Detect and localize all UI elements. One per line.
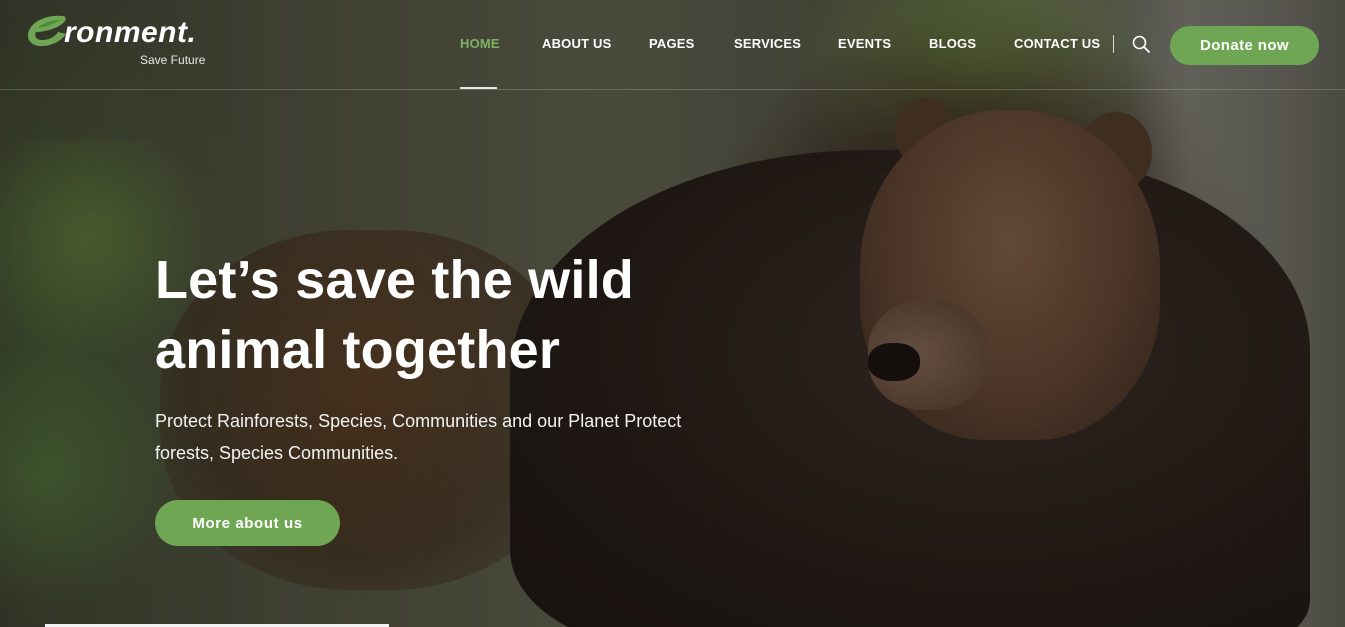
more-about-us-button[interactable]: More about us [155, 500, 340, 546]
hero-subtitle: Protect Rainforests, Species, Communitie… [155, 405, 715, 469]
nav-divider [1113, 35, 1114, 53]
nav-events[interactable]: EVENTS [838, 36, 891, 51]
nav-pages[interactable]: PAGES [649, 36, 695, 51]
hero-content: Let’s save the wild animal together Prot… [155, 245, 775, 546]
bear-nose-image [868, 343, 920, 381]
bear-ear-image [1080, 112, 1152, 192]
bear-head-image [860, 110, 1160, 440]
hero-subtitle-line-2: forests, Species Communities. [155, 443, 399, 463]
search-icon[interactable] [1131, 34, 1151, 54]
tree-trunk-background [1125, 0, 1345, 627]
bear-snout-image [868, 300, 988, 410]
nav-services[interactable]: SERVICES [734, 36, 801, 51]
bear-ear-image [895, 98, 955, 168]
nav-about-us[interactable]: ABOUT US [542, 36, 612, 51]
site-header: ronment. Save Future HOME ABOUT US PAGES… [0, 0, 1345, 90]
nav-blogs[interactable]: BLOGS [929, 36, 976, 51]
nav-home[interactable]: HOME [460, 36, 500, 51]
donate-button[interactable]: Donate now [1170, 26, 1319, 65]
hero-section: ronment. Save Future HOME ABOUT US PAGES… [0, 0, 1345, 627]
nav-active-indicator [460, 87, 497, 89]
hero-subtitle-line-1: Protect Rainforests, Species, Communitie… [155, 411, 682, 431]
nav-contact-us[interactable]: CONTACT US [1014, 36, 1100, 51]
hero-title: Let’s save the wild animal together [155, 245, 775, 385]
hero-title-line-2: animal together [155, 320, 561, 380]
hero-title-line-1: Let’s save the wild [155, 250, 634, 310]
brand-tagline: Save Future [140, 53, 206, 67]
site-logo[interactable]: ronment. Save Future [24, 10, 214, 70]
brand-name: ronment. [64, 16, 197, 49]
